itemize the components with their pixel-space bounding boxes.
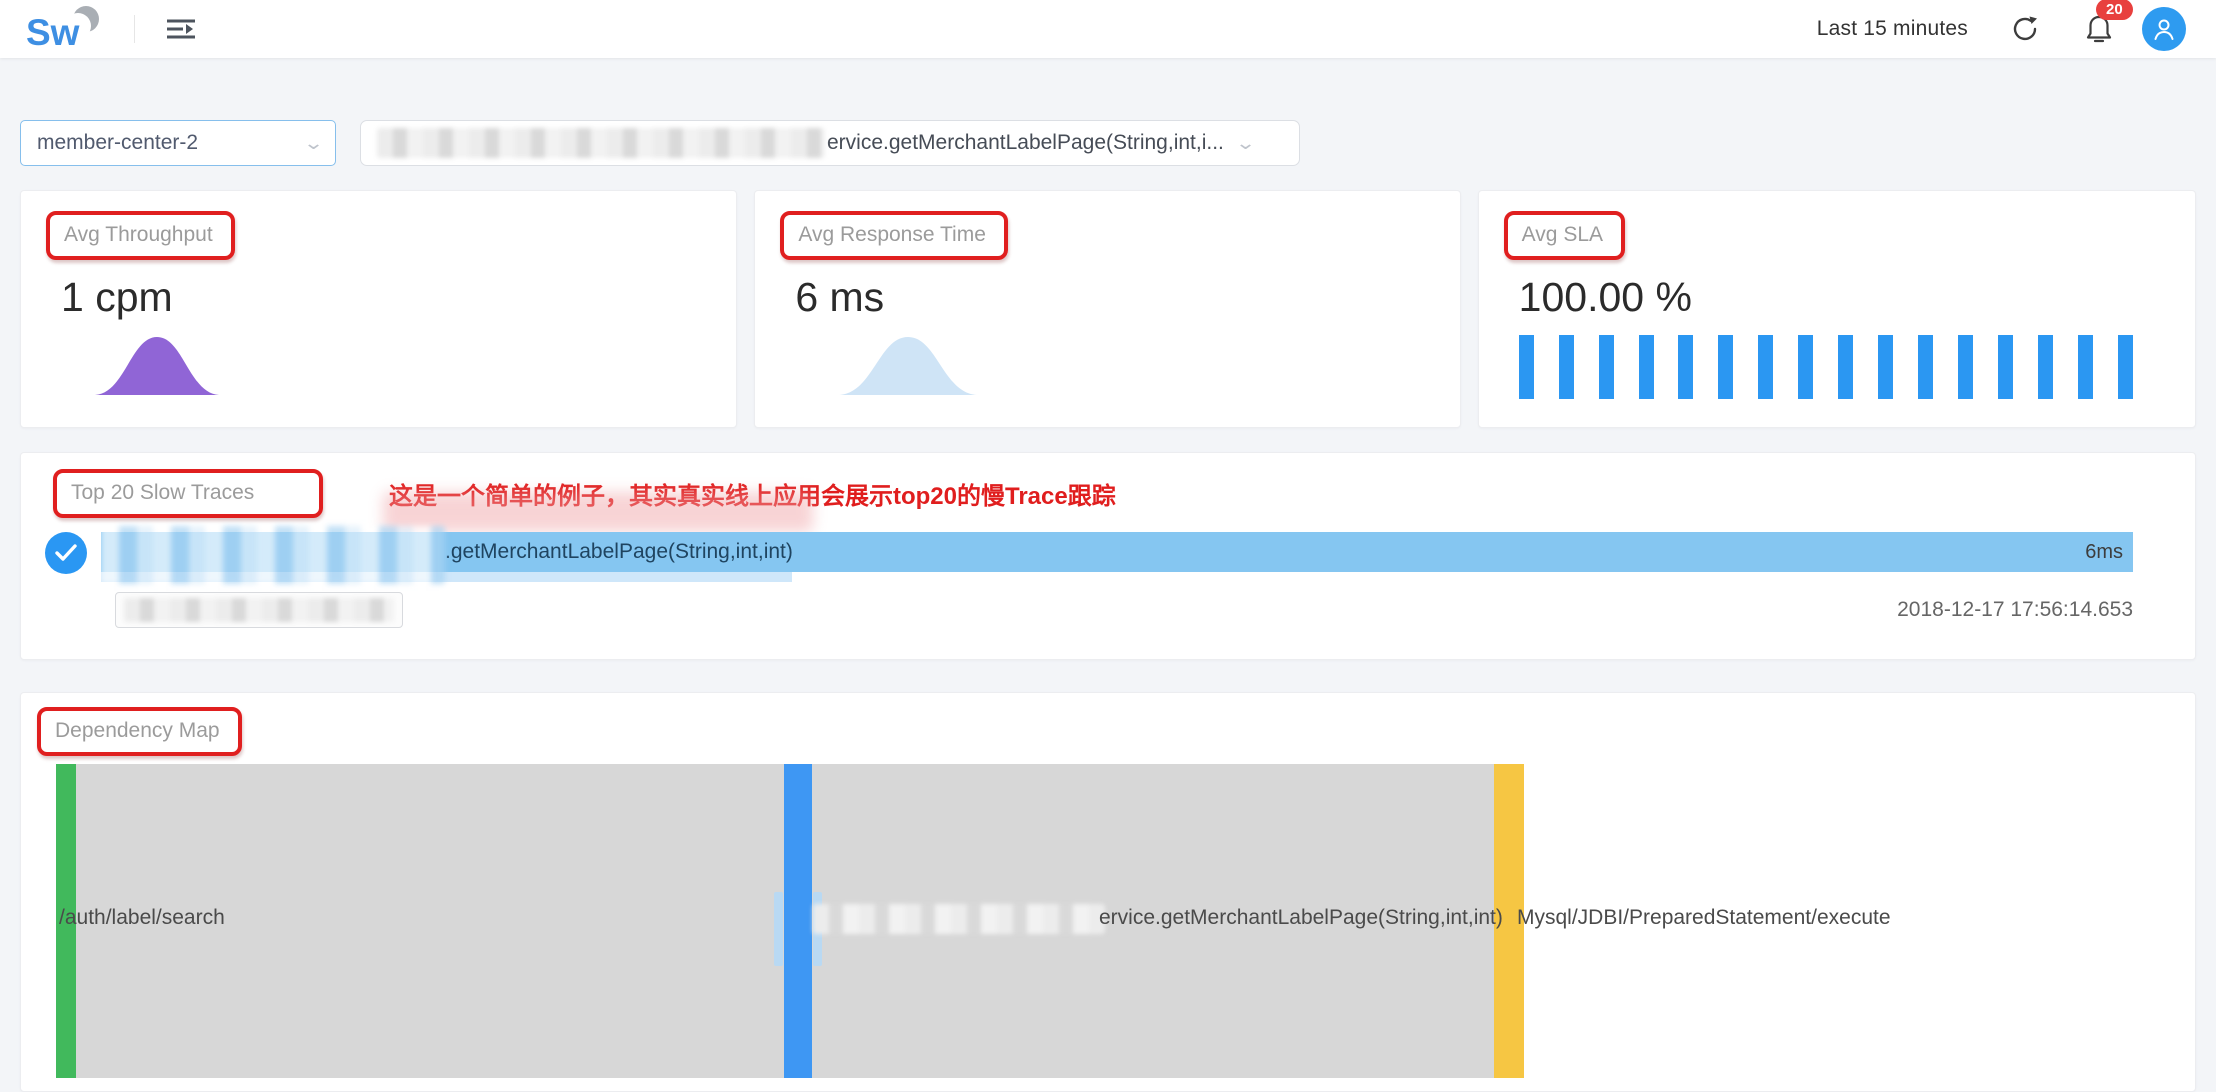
logo-graphic: Sw <box>22 5 118 53</box>
sla-bar <box>2078 335 2093 399</box>
dependency-map-card: Dependency Map /auth/label/search ervice… <box>20 692 2196 1092</box>
annotation-box: Avg Response Time <box>780 211 1008 260</box>
refresh-icon[interactable] <box>2010 14 2040 44</box>
trace-start-time: 2018-12-17 17:56:14.653 <box>1897 598 2133 622</box>
sla-bar <box>1718 335 1733 399</box>
user-avatar[interactable] <box>2142 7 2186 51</box>
trace-id-box[interactable] <box>115 592 403 628</box>
chevron-down-icon: ⌄ <box>1235 134 1256 152</box>
annotation-note: 这是一个简单的例子，其实真实线上应用会展示top20的慢Trace跟踪 <box>389 476 1116 511</box>
metric-title: Avg SLA <box>1522 223 1603 246</box>
notification-count-badge: 20 <box>2096 0 2133 20</box>
service-select[interactable]: member-center-2 ⌄ <box>20 120 336 166</box>
sla-bar <box>1519 335 1534 399</box>
dep-node-service-bar[interactable] <box>784 764 812 1078</box>
logo-text: Sw <box>26 12 80 53</box>
topbar-right: Last 15 minutes 20 <box>1817 7 2186 51</box>
dependency-graph: /auth/label/search ervice.getMerchantLab… <box>21 764 2195 1080</box>
chevron-down-icon: ⌄ <box>303 134 324 152</box>
slow-traces-title: Top 20 Slow Traces <box>71 481 254 504</box>
metric-value: 1 cpm <box>61 274 736 321</box>
sla-bar <box>1639 335 1654 399</box>
trace-row[interactable]: .getMerchantLabelPage(String,int,int) 6m… <box>45 532 2171 582</box>
endpoint-select-value: ervice.getMerchantLabelPage(String,int,i… <box>827 131 1224 155</box>
annotation-box: Top 20 Slow Traces <box>53 469 323 518</box>
dep-endpoint-label: /auth/label/search <box>59 906 225 930</box>
sla-bar <box>1958 335 1973 399</box>
notifications-button[interactable]: 20 <box>2084 13 2114 45</box>
redacted-text <box>813 904 1105 934</box>
trace-meta-row: 2018-12-17 17:56:14.653 <box>115 592 2133 628</box>
sla-bar <box>1678 335 1693 399</box>
dep-node-handle <box>774 892 783 966</box>
annotation-box: Dependency Map <box>37 707 242 756</box>
avg-throughput-card: Avg Throughput 1 cpm <box>20 190 737 428</box>
sla-bar <box>1559 335 1574 399</box>
metric-title: Avg Throughput <box>64 223 213 246</box>
redacted-text <box>377 128 825 158</box>
sla-bars <box>1519 335 2133 399</box>
sla-bar <box>1599 335 1614 399</box>
sla-bar <box>1998 335 2013 399</box>
redacted-text <box>124 598 394 622</box>
slow-traces-card: Top 20 Slow Traces 这是一个简单的例子，其实真实线上应用会展示… <box>20 452 2196 660</box>
trace-endpoint-label: .getMerchantLabelPage(String,int,int) <box>445 540 793 564</box>
divider <box>134 15 135 43</box>
metric-value: 100.00 % <box>1519 274 2195 321</box>
sla-bar <box>1838 335 1853 399</box>
dep-db-label: Mysql/JDBI/PreparedStatement/execute <box>1517 906 1891 930</box>
annotation-box: Avg Throughput <box>46 211 235 260</box>
sla-bar <box>1798 335 1813 399</box>
sla-bar <box>1878 335 1893 399</box>
avg-sla-card: Avg SLA 100.00 % <box>1478 190 2196 428</box>
throughput-sparkline <box>91 333 223 397</box>
endpoint-select[interactable]: ervice.getMerchantLabelPage(String,int,i… <box>360 120 1300 166</box>
topbar: Sw Last 15 minutes 20 <box>0 0 2216 58</box>
trace-bar-wrap: .getMerchantLabelPage(String,int,int) 6m… <box>101 532 2133 582</box>
avg-response-time-card: Avg Response Time 6 ms <box>754 190 1460 428</box>
dependency-map-title: Dependency Map <box>55 719 220 742</box>
annotation-box: Avg SLA <box>1504 211 1625 260</box>
trace-duration-bar[interactable]: .getMerchantLabelPage(String,int,int) 6m… <box>101 532 2133 572</box>
metric-value: 6 ms <box>795 274 1459 321</box>
sla-bar <box>1918 335 1933 399</box>
check-icon <box>55 544 77 562</box>
skywalking-dashboard: { "topbar": { "logo_text": "Sw", "time_r… <box>0 0 2216 1080</box>
sla-bar <box>2038 335 2053 399</box>
filter-bar: member-center-2 ⌄ ervice.getMerchantLabe… <box>20 120 1300 166</box>
menu-unfold-icon[interactable] <box>165 15 199 43</box>
time-range-selector[interactable]: Last 15 minutes <box>1817 17 1968 41</box>
dep-service-label: ervice.getMerchantLabelPage(String,int,i… <box>1099 906 1503 930</box>
metric-title: Avg Response Time <box>798 223 986 246</box>
skywalking-logo[interactable]: Sw <box>22 5 118 53</box>
service-select-value: member-center-2 <box>37 131 198 155</box>
sla-bar <box>2118 335 2133 399</box>
trace-selected-check[interactable] <box>45 532 87 574</box>
response-time-sparkline <box>833 333 983 397</box>
redacted-text <box>101 526 445 584</box>
slow-traces-header: Top 20 Slow Traces 这是一个简单的例子，其实真实线上应用会展示… <box>45 469 2171 518</box>
sla-bar <box>1758 335 1773 399</box>
metrics-row: Avg Throughput 1 cpm Avg Response Time 6… <box>20 190 2196 428</box>
person-icon <box>2151 16 2177 42</box>
trace-duration-label: 6ms <box>2085 541 2123 564</box>
